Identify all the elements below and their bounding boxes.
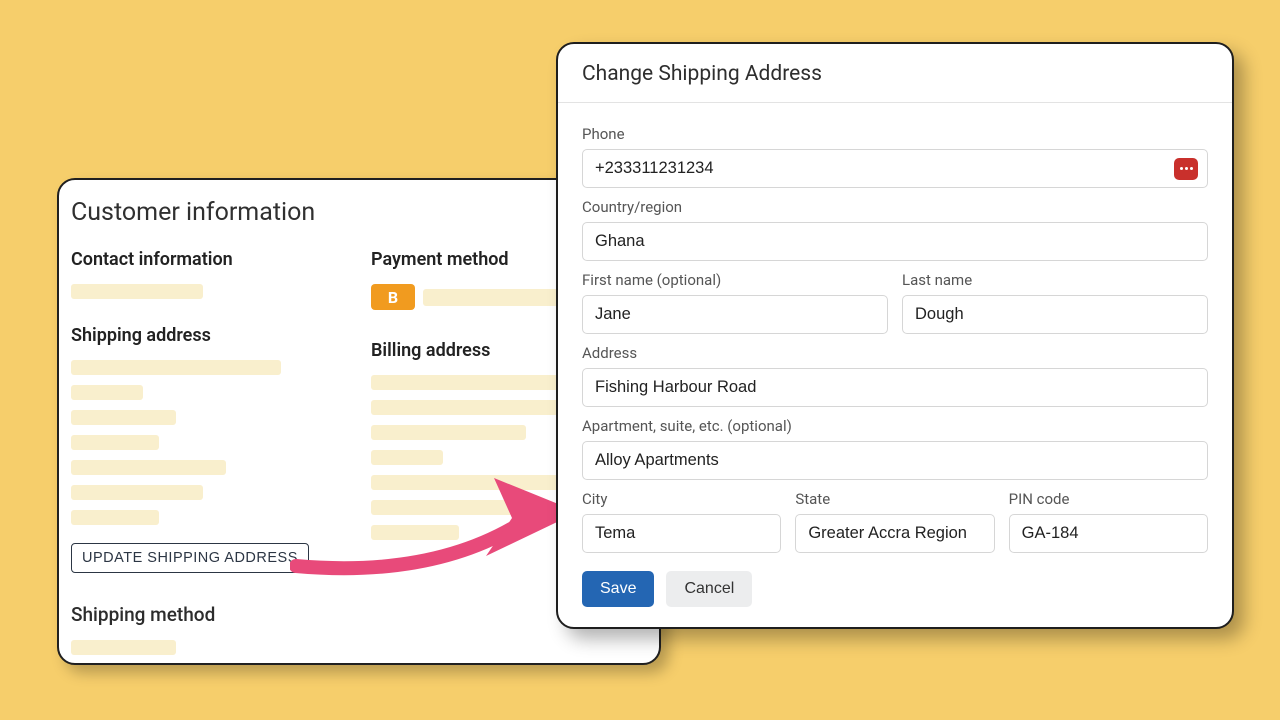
update-shipping-address-button[interactable]: UPDATE SHIPPING ADDRESS [71, 543, 309, 573]
modal-title: Change Shipping Address [582, 62, 1208, 86]
country-label: Country/region [582, 198, 1208, 216]
state-input[interactable] [795, 514, 994, 553]
save-button[interactable]: Save [582, 571, 654, 607]
payment-card-badge: B [371, 284, 415, 310]
placeholder-line [71, 510, 159, 525]
address-label: Address [582, 344, 1208, 362]
placeholder-line [371, 450, 443, 465]
modal-header: Change Shipping Address [558, 44, 1232, 103]
city-input[interactable] [582, 514, 781, 553]
placeholder-line [71, 360, 281, 375]
address-input[interactable] [582, 368, 1208, 407]
placeholder-line [371, 400, 559, 415]
contact-info-heading: Contact information [71, 249, 347, 270]
shipping-method-heading: Shipping method [71, 603, 347, 626]
apartment-label: Apartment, suite, etc. (optional) [582, 417, 1208, 435]
placeholder-line [371, 500, 526, 515]
phone-input[interactable] [582, 149, 1208, 188]
last-name-input[interactable] [902, 295, 1208, 334]
placeholder-line [71, 485, 203, 500]
pin-input[interactable] [1009, 514, 1208, 553]
placeholder-line [71, 460, 226, 475]
pin-label: PIN code [1009, 490, 1208, 508]
phone-more-icon[interactable] [1174, 158, 1198, 180]
placeholder-line [371, 375, 581, 390]
placeholder-line [71, 410, 176, 425]
first-name-input[interactable] [582, 295, 888, 334]
placeholder-line [371, 475, 581, 490]
phone-label: Phone [582, 125, 1208, 143]
cancel-button[interactable]: Cancel [666, 571, 752, 607]
customer-left-column: Contact information Shipping address UPD… [71, 245, 347, 665]
placeholder-line [71, 385, 143, 400]
placeholder-line [371, 425, 526, 440]
first-name-label: First name (optional) [582, 271, 888, 289]
shipping-address-heading: Shipping address [71, 325, 347, 346]
apartment-input[interactable] [582, 441, 1208, 480]
state-label: State [795, 490, 994, 508]
placeholder-line [71, 640, 176, 655]
placeholder-line [71, 435, 159, 450]
placeholder-line [71, 284, 203, 299]
change-shipping-address-modal: Change Shipping Address Phone Country/re… [556, 42, 1234, 629]
city-label: City [582, 490, 781, 508]
country-input[interactable] [582, 222, 1208, 261]
placeholder-line [371, 525, 459, 540]
last-name-label: Last name [902, 271, 1208, 289]
